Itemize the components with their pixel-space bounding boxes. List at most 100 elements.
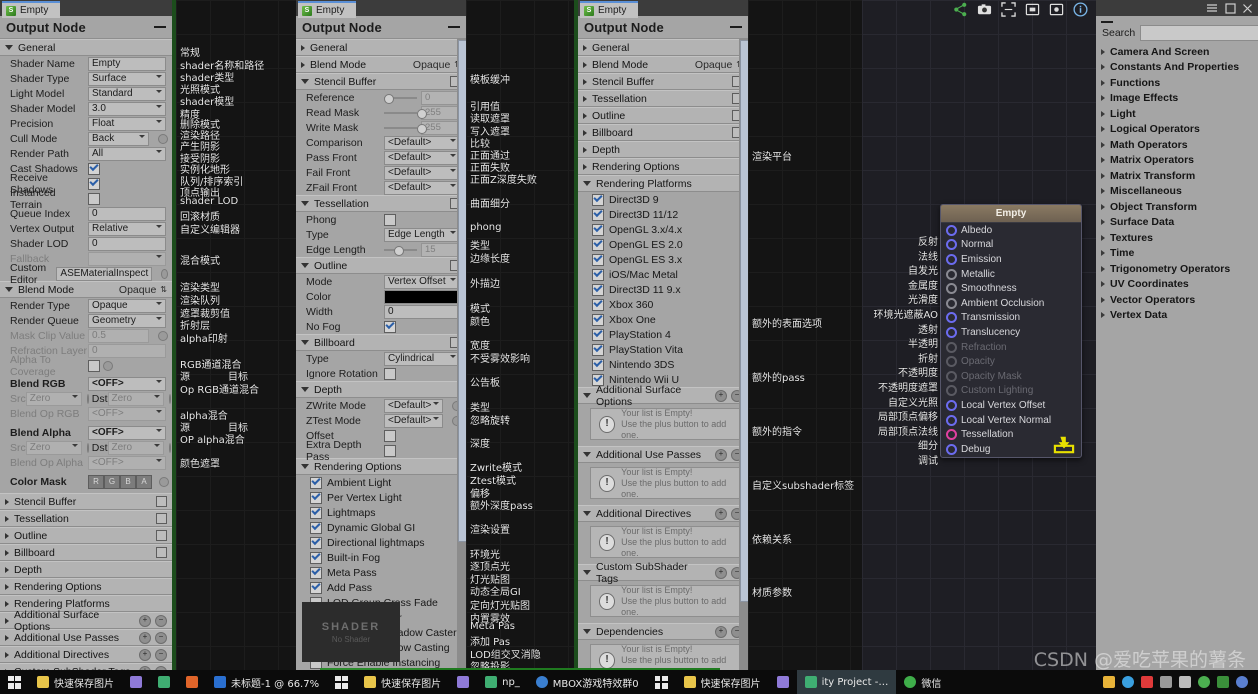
dropdown-field[interactable]: <Default> xyxy=(384,136,460,150)
dot-icon[interactable] xyxy=(158,134,168,144)
port-dot-icon[interactable] xyxy=(946,415,957,426)
node-port[interactable]: Refraction xyxy=(941,340,1081,355)
section-rendering-options[interactable]: Rendering Options xyxy=(578,158,748,175)
color-mask-buttons[interactable]: RGBA xyxy=(88,475,152,489)
checkbox-row[interactable]: Add Pass xyxy=(296,580,466,595)
dropdown-field[interactable] xyxy=(88,252,166,266)
browser-category[interactable]: Object Transform xyxy=(1096,199,1258,215)
port-dot-icon[interactable] xyxy=(946,312,957,323)
color-swatch[interactable] xyxy=(384,290,460,304)
share-icon[interactable] xyxy=(953,2,968,17)
dropdown-field[interactable]: 3.0 xyxy=(88,102,166,116)
checkbox[interactable] xyxy=(310,552,322,564)
section-general[interactable]: General xyxy=(0,39,172,56)
node-port[interactable]: Translucency xyxy=(941,325,1081,340)
checkbox[interactable] xyxy=(310,507,322,519)
checkbox[interactable] xyxy=(592,254,604,266)
checkbox-row[interactable]: Per Vertex Light xyxy=(296,490,466,505)
dropdown-field[interactable]: All xyxy=(88,147,166,161)
checkbox[interactable] xyxy=(384,214,396,226)
browser-category[interactable]: Surface Data xyxy=(1096,215,1258,231)
folder-item[interactable]: 快速保存图片 xyxy=(29,670,122,694)
checkbox[interactable] xyxy=(384,445,396,457)
info-icon[interactable] xyxy=(1073,2,1088,17)
remove-button[interactable]: − xyxy=(155,615,167,627)
ae-item[interactable] xyxy=(122,670,150,694)
checkbox[interactable] xyxy=(310,567,322,579)
close-icon[interactable] xyxy=(1242,3,1253,14)
checkbox-row[interactable]: PlayStation Vita xyxy=(578,342,748,357)
section-additional-use-passes[interactable]: Additional Use Passes+− xyxy=(578,446,748,463)
menu-icon[interactable] xyxy=(1205,3,1219,13)
checkbox-row[interactable]: OpenGL 3.x/4.x xyxy=(578,222,748,237)
app-item[interactable] xyxy=(178,670,206,694)
checkbox[interactable] xyxy=(384,321,396,333)
remove-button[interactable]: − xyxy=(155,649,167,661)
frame-icon[interactable] xyxy=(1025,2,1040,17)
section-dependencies[interactable]: Dependencies+− xyxy=(578,623,748,640)
browser-category[interactable]: Math Operators xyxy=(1096,137,1258,153)
text-field[interactable]: 0 xyxy=(384,305,460,319)
section-stencil-buffer[interactable]: Stencil Buffer xyxy=(296,73,466,90)
node-port[interactable]: Albedo xyxy=(941,223,1081,238)
section-additional-use-passes[interactable]: Additional Use Passes+− xyxy=(0,629,172,646)
checkbox-row[interactable]: Xbox 360 xyxy=(578,297,748,312)
download-icon[interactable] xyxy=(1053,434,1075,454)
section-depth[interactable]: Depth xyxy=(578,141,748,158)
section-tessellation[interactable]: Tessellation xyxy=(0,510,172,527)
checkbox[interactable] xyxy=(88,360,100,372)
wechat-item[interactable]: 微信 xyxy=(896,670,949,694)
minimize-icon[interactable] xyxy=(1101,21,1113,23)
checkbox[interactable] xyxy=(592,194,604,206)
checkbox-row[interactable]: Built-in Fog xyxy=(296,550,466,565)
text-field[interactable]: Empty xyxy=(88,57,166,71)
port-dot-icon[interactable] xyxy=(946,385,957,396)
checkbox-row[interactable]: OpenGL ES 3.x xyxy=(578,252,748,267)
blend-op-alpha-dropdown[interactable]: <OFF> xyxy=(88,456,166,470)
checkbox[interactable] xyxy=(592,269,604,281)
add-button[interactable]: + xyxy=(715,449,727,461)
section-stencil-buffer[interactable]: Stencil Buffer xyxy=(0,493,172,510)
tray-icon-3[interactable] xyxy=(1141,676,1153,688)
color-mask-b[interactable]: B xyxy=(120,475,136,489)
dropdown-field[interactable]: <Default> xyxy=(384,181,460,195)
node-port[interactable]: Local Vertex Offset xyxy=(941,398,1081,413)
checkbox-row[interactable]: iOS/Mac Metal xyxy=(578,267,748,282)
mbox-item[interactable]: MBOX游戏特效群0 xyxy=(528,670,647,694)
browser-category[interactable]: Image Effects xyxy=(1096,91,1258,107)
node-port[interactable]: Metallic xyxy=(941,267,1081,282)
tray-icon-1[interactable] xyxy=(1103,676,1115,688)
node-port[interactable]: Opacity xyxy=(941,354,1081,369)
checkbox[interactable] xyxy=(592,329,604,341)
dropdown-field[interactable]: Edge Length xyxy=(384,228,460,242)
tray-icon-4[interactable] xyxy=(1160,676,1172,688)
add-button[interactable]: + xyxy=(139,632,151,644)
unity-item[interactable] xyxy=(150,670,178,694)
enable-checkbox[interactable] xyxy=(156,496,167,507)
dropdown-field[interactable]: <Default> xyxy=(384,166,460,180)
minimize-icon[interactable] xyxy=(154,26,166,28)
checkbox-row[interactable]: Nintendo 3DS xyxy=(578,357,748,372)
checkbox[interactable] xyxy=(310,492,322,504)
browser-category[interactable]: Functions xyxy=(1096,75,1258,91)
unity-project-item[interactable]: ity Project -… xyxy=(797,670,897,694)
section-additional-surface-options[interactable]: Additional Surface Options+− xyxy=(578,387,748,404)
checkbox[interactable] xyxy=(310,522,322,534)
checkbox[interactable] xyxy=(592,314,604,326)
port-dot-icon[interactable] xyxy=(946,327,957,338)
start-button-2[interactable] xyxy=(327,670,356,694)
ae-item-2[interactable] xyxy=(449,670,477,694)
start-button-3[interactable] xyxy=(647,670,676,694)
add-button[interactable]: + xyxy=(139,615,151,627)
browser-category[interactable]: Miscellaneous xyxy=(1096,184,1258,200)
add-button[interactable]: + xyxy=(715,390,727,402)
section-stencil-buffer[interactable]: Stencil Buffer xyxy=(578,73,748,90)
dot-icon[interactable] xyxy=(161,269,168,279)
output-node[interactable]: Empty AlbedoNormalEmissionMetallicSmooth… xyxy=(940,204,1082,458)
tray-icon-2[interactable] xyxy=(1122,676,1134,688)
browser-category[interactable]: Logical Operators xyxy=(1096,122,1258,138)
port-dot-icon[interactable] xyxy=(946,371,957,382)
section-blend-mode[interactable]: Blend Mode Opaque⇅ xyxy=(0,281,172,298)
dropdown-field[interactable]: Cylindrical xyxy=(384,352,460,366)
checkbox[interactable] xyxy=(310,537,322,549)
